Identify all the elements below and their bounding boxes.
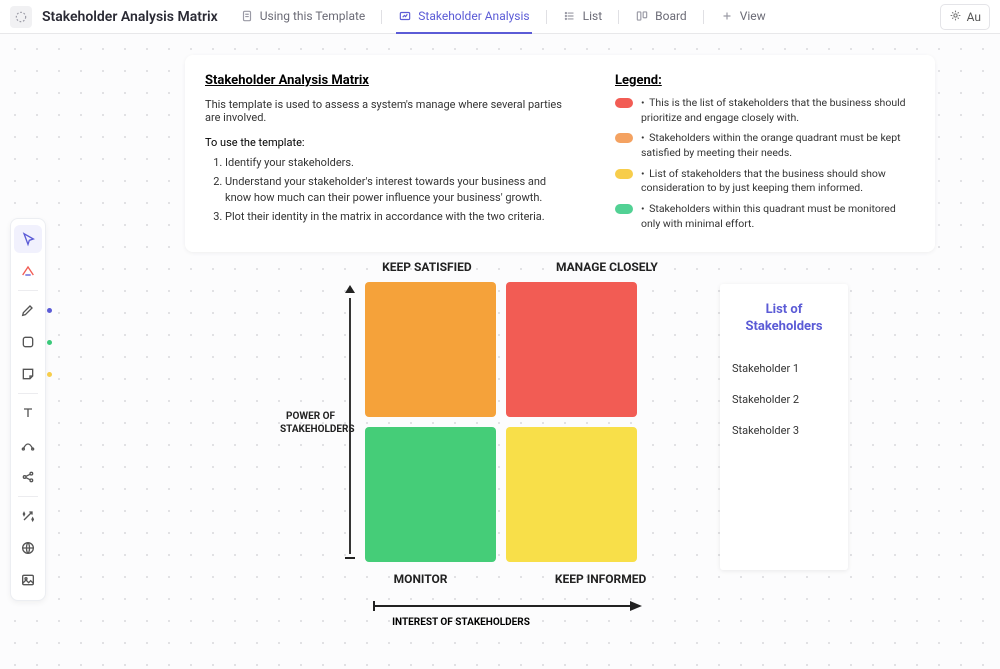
quad-manage-closely[interactable]	[506, 282, 637, 417]
sidebar-divider	[18, 393, 38, 394]
tool-magic[interactable]	[14, 502, 42, 530]
tab-divider	[546, 10, 547, 24]
info-card: Stakeholder Analysis Matrix This templat…	[185, 55, 935, 252]
legend-text: This is the list of stakeholders that th…	[641, 96, 915, 125]
automation-label: Au	[967, 10, 981, 24]
tool-sticky[interactable]	[14, 360, 42, 388]
tool-pen[interactable]	[14, 296, 42, 324]
page-title: Stakeholder Analysis Matrix	[42, 9, 218, 25]
tool-ai[interactable]	[14, 257, 42, 285]
legend-swatch-orange	[615, 133, 633, 143]
doc-icon	[240, 9, 254, 23]
matrix-grid	[365, 282, 637, 564]
board-icon	[635, 9, 649, 23]
label-manage-closely: MANAGE CLOSELY	[556, 260, 658, 274]
sparkle-icon	[949, 9, 962, 25]
legend-text: List of stakeholders that the business s…	[641, 167, 915, 196]
matrix-area: KEEP SATISFIED MANAGE CLOSELY POWER OF S…	[280, 260, 700, 629]
tool-connector[interactable]	[14, 431, 42, 459]
legend-row: Stakeholders within this quadrant must b…	[615, 202, 915, 231]
tool-share[interactable]	[14, 463, 42, 491]
sidebar-divider	[18, 290, 38, 291]
info-step: Identify your stakeholders.	[225, 155, 575, 170]
label-keep-informed: KEEP INFORMED	[555, 572, 646, 586]
tab-label: Using this Template	[260, 9, 366, 23]
legend-swatch-yellow	[615, 169, 633, 179]
info-step: Plot their identity in the matrix in acc…	[225, 209, 575, 224]
y-axis-arrow	[335, 282, 365, 564]
view-tabs: Using this Template Stakeholder Analysis…	[238, 0, 768, 34]
tab-list[interactable]: List	[561, 0, 605, 34]
stakeholder-item[interactable]: Stakeholder 2	[732, 393, 836, 406]
tab-board[interactable]: Board	[633, 0, 689, 34]
legend-text: Stakeholders within the orange quadrant …	[641, 131, 915, 160]
tab-divider	[703, 10, 704, 24]
sticky-color-dot	[47, 372, 52, 377]
tool-pointer[interactable]	[14, 225, 42, 253]
tab-stakeholder-analysis[interactable]: Stakeholder Analysis	[396, 0, 531, 34]
tab-add-view[interactable]: View	[718, 0, 768, 34]
matrix-top-labels: KEEP SATISFIED MANAGE CLOSELY	[280, 260, 700, 274]
plus-icon	[720, 9, 734, 23]
topbar-actions: Au	[940, 4, 990, 30]
info-steps: Identify your stakeholders. Understand y…	[205, 155, 575, 225]
stakeholder-item[interactable]: Stakeholder 3	[732, 424, 836, 437]
info-legend: Legend: This is the list of stakeholders…	[615, 73, 915, 238]
list-icon	[563, 9, 577, 23]
tab-label: View	[740, 9, 766, 23]
quad-keep-informed[interactable]	[506, 427, 637, 562]
tab-label: Board	[655, 9, 687, 23]
stakeholder-item[interactable]: Stakeholder 1	[732, 362, 836, 375]
legend-title: Legend:	[615, 73, 915, 88]
tool-image[interactable]	[14, 566, 42, 594]
x-axis-arrow	[280, 600, 700, 612]
tool-text[interactable]	[14, 399, 42, 427]
whiteboard-icon	[398, 9, 412, 23]
quad-keep-satisfied[interactable]	[365, 282, 496, 417]
tool-web[interactable]	[14, 534, 42, 562]
label-monitor: MONITOR	[394, 572, 448, 586]
legend-text: Stakeholders within this quadrant must b…	[641, 202, 915, 231]
y-axis-label: POWER OF STAKEHOLDERS	[280, 410, 335, 436]
info-step: Understand your stakeholder's interest t…	[225, 174, 575, 205]
quad-monitor[interactable]	[365, 427, 496, 562]
tool-shape[interactable]	[14, 328, 42, 356]
automation-button[interactable]: Au	[940, 4, 990, 30]
matrix-body: POWER OF STAKEHOLDERS	[280, 282, 700, 564]
info-description: This template is used to assess a system…	[205, 98, 575, 124]
tab-divider	[381, 10, 382, 24]
matrix-bottom-labels: MONITOR KEEP INFORMED	[280, 572, 700, 586]
pen-color-dot	[47, 308, 52, 313]
matrix-with-arrow	[335, 282, 637, 564]
tab-label: List	[583, 9, 603, 23]
legend-row: List of stakeholders that the business s…	[615, 167, 915, 196]
stakeholders-title: List of Stakeholders	[732, 302, 836, 336]
info-title: Stakeholder Analysis Matrix	[205, 73, 575, 88]
info-to-use: To use the template:	[205, 136, 575, 149]
label-keep-satisfied: KEEP SATISFIED	[382, 260, 472, 274]
shape-color-dot	[47, 340, 52, 345]
legend-swatch-red	[615, 98, 633, 108]
legend-row: This is the list of stakeholders that th…	[615, 96, 915, 125]
tool-sidebar	[10, 218, 46, 601]
x-axis-label: INTEREST OF STAKEHOLDERS	[280, 616, 552, 629]
tab-divider	[618, 10, 619, 24]
tab-label: Stakeholder Analysis	[418, 9, 529, 23]
app-icon[interactable]	[10, 6, 32, 28]
info-left: Stakeholder Analysis Matrix This templat…	[205, 73, 575, 238]
tab-using-template[interactable]: Using this Template	[238, 0, 368, 34]
sidebar-divider	[18, 496, 38, 497]
legend-row: Stakeholders within the orange quadrant …	[615, 131, 915, 160]
top-toolbar: Stakeholder Analysis Matrix Using this T…	[0, 0, 1000, 34]
legend-swatch-green	[615, 204, 633, 214]
stakeholders-card[interactable]: List of Stakeholders Stakeholder 1 Stake…	[720, 284, 848, 570]
